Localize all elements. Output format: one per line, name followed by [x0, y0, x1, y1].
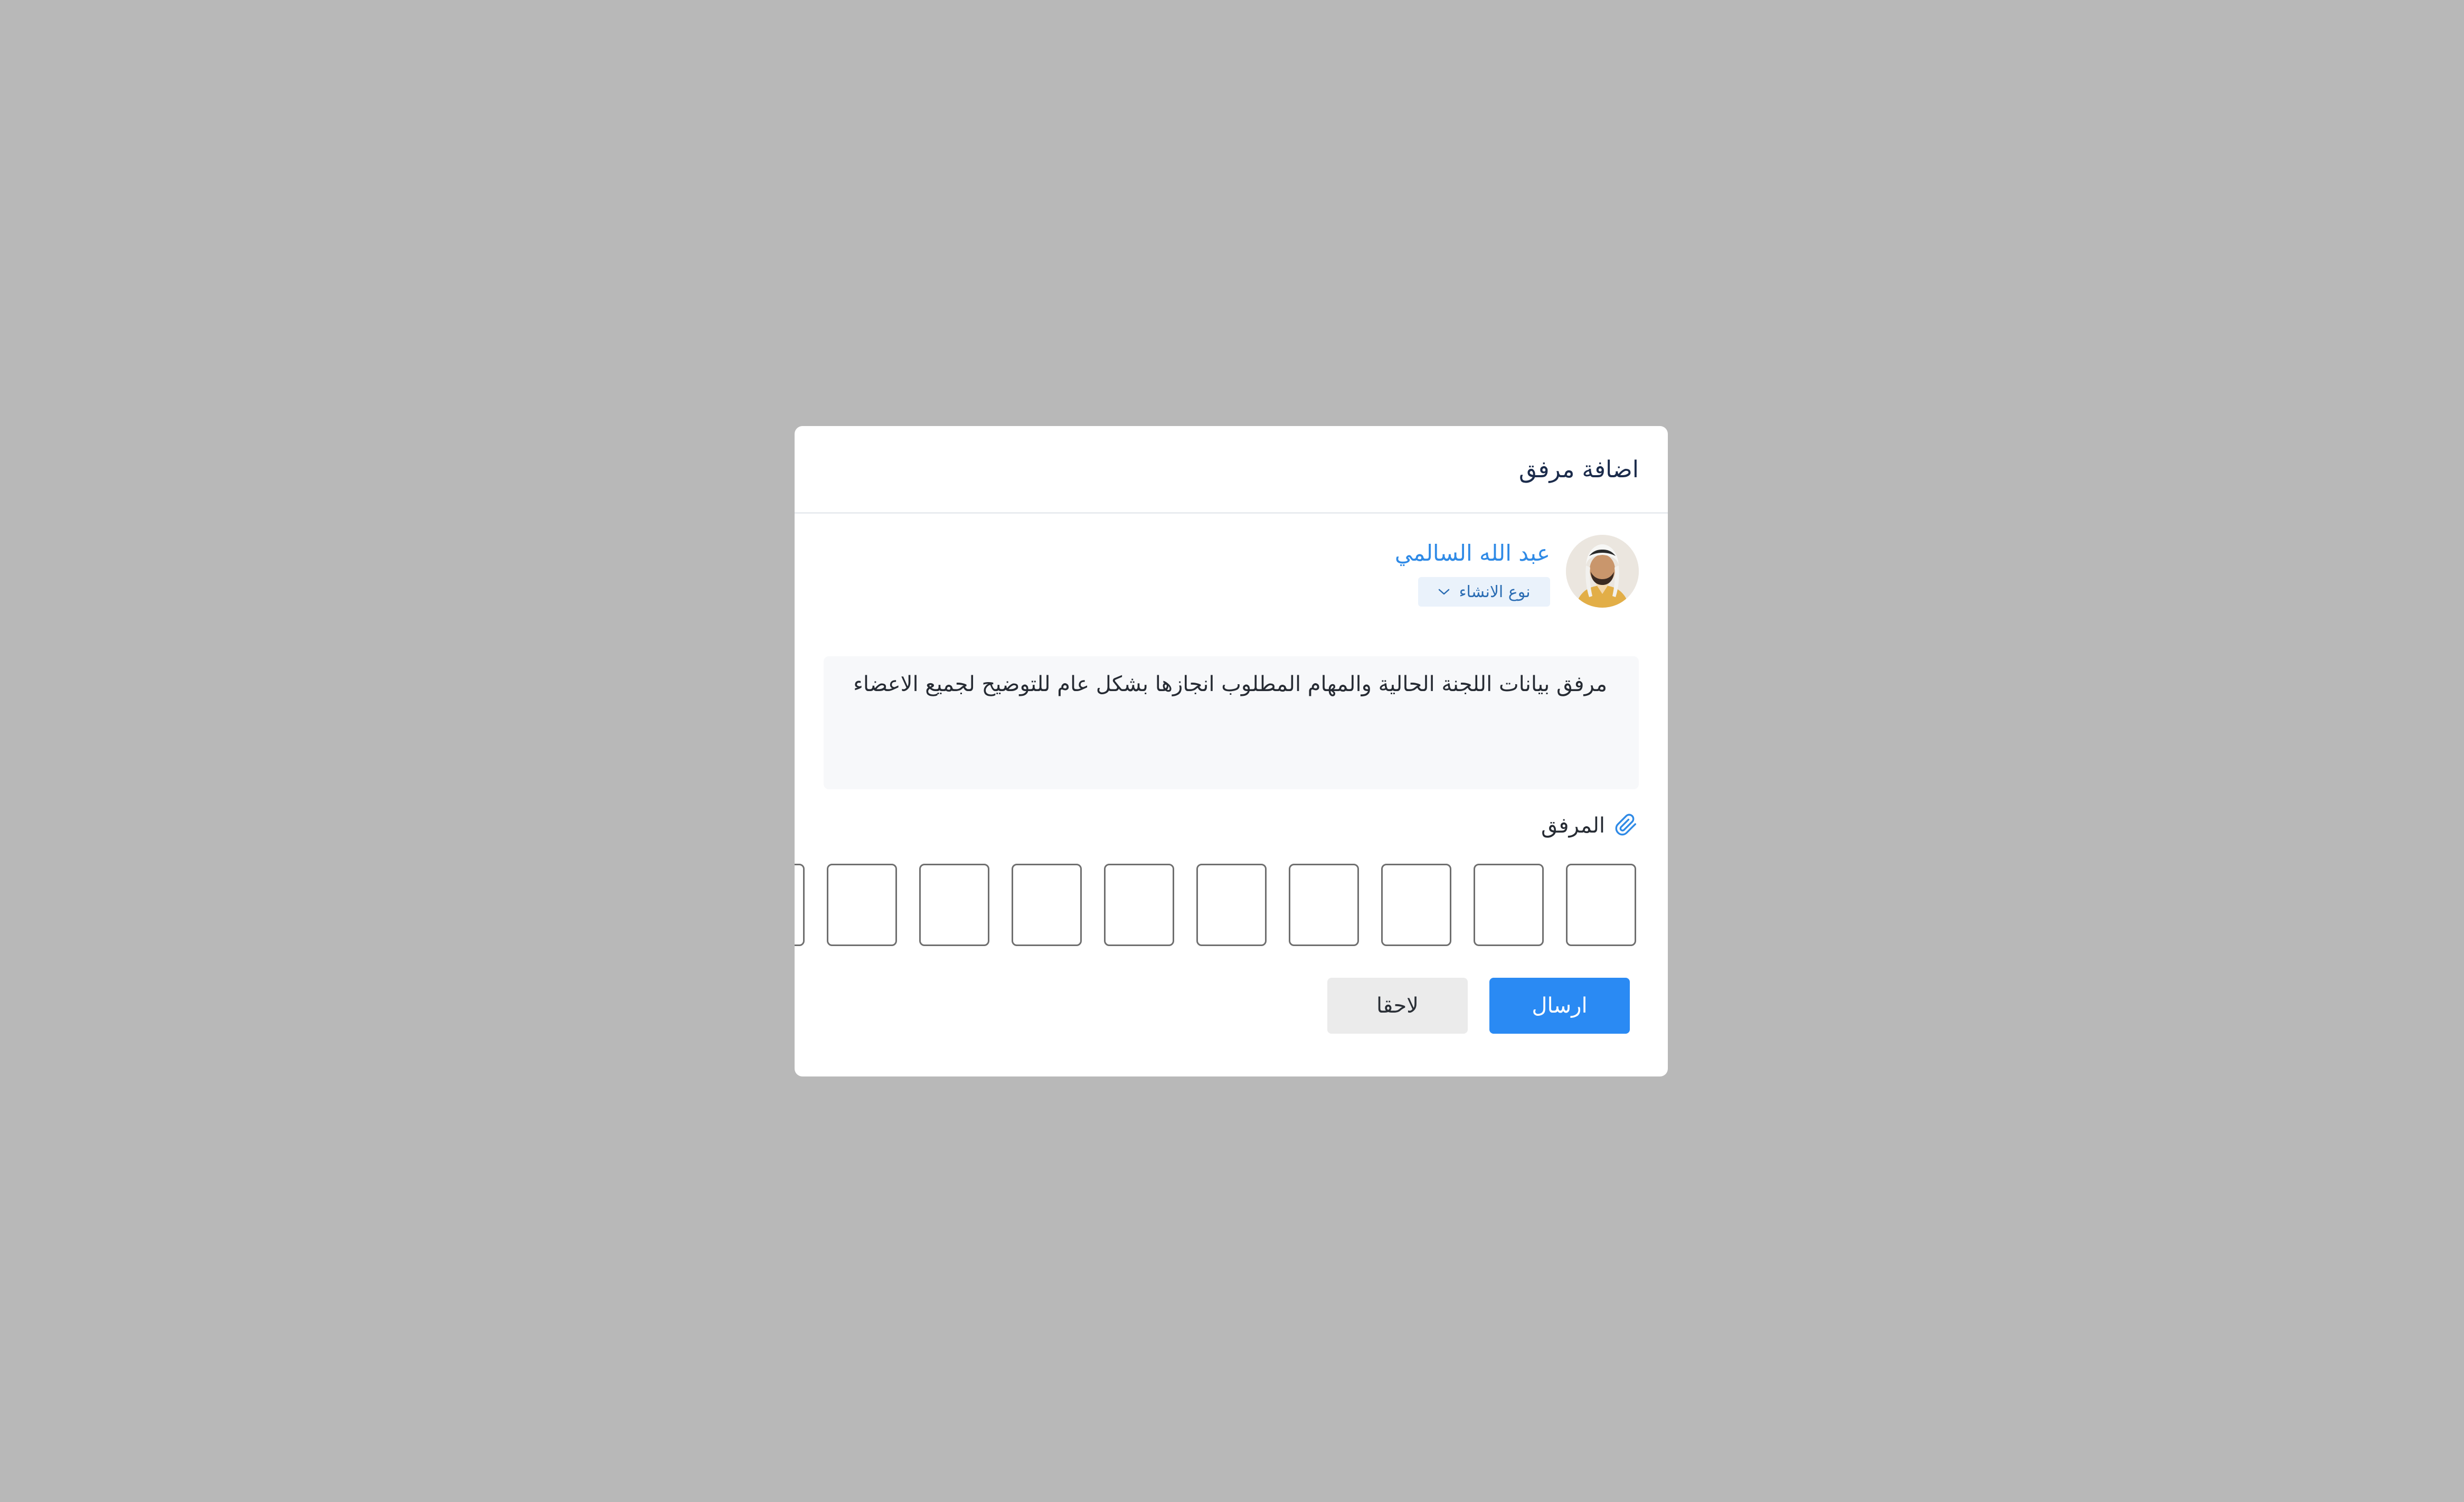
note-textarea[interactable]: مرفق بيانات اللجنة الحالية والمهام المطل… — [824, 656, 1639, 789]
attachment-slot[interactable] — [827, 864, 897, 946]
attachment-slot[interactable] — [1474, 864, 1544, 946]
attachment-slot[interactable] — [1566, 864, 1636, 946]
attachment-slot[interactable] — [1104, 864, 1174, 946]
add-attachment-dialog: اضافة مرفق عبد الله السالمي نوع الانشاء … — [795, 426, 1668, 1076]
chevron-down-icon — [1438, 588, 1450, 596]
attachment-slot[interactable] — [919, 864, 989, 946]
note-text: مرفق بيانات اللجنة الحالية والمهام المطل… — [853, 672, 1607, 696]
attachment-slot[interactable] — [1196, 864, 1267, 946]
attachment-slot[interactable] — [1012, 864, 1082, 946]
creation-type-dropdown[interactable]: نوع الانشاء — [1418, 577, 1550, 607]
send-button[interactable]: ارسال — [1489, 978, 1630, 1034]
attachment-header: المرفق — [1541, 807, 1639, 844]
attachment-label: المرفق — [1541, 814, 1605, 838]
user-name: عبد الله السالمي — [1394, 540, 1550, 566]
user-avatar-image — [1566, 535, 1639, 608]
paperclip-icon — [1615, 813, 1639, 839]
attachment-slot[interactable] — [1381, 864, 1451, 946]
later-button[interactable]: لاحقا — [1327, 978, 1468, 1034]
attachment-slot[interactable] — [1289, 864, 1359, 946]
creation-type-label: نوع الانشاء — [1459, 582, 1531, 601]
avatar — [1566, 535, 1639, 608]
dialog-title: اضافة مرفق — [1518, 456, 1639, 483]
attachment-slot[interactable] — [795, 864, 805, 946]
dialog-header: اضافة مرفق — [795, 426, 1668, 514]
